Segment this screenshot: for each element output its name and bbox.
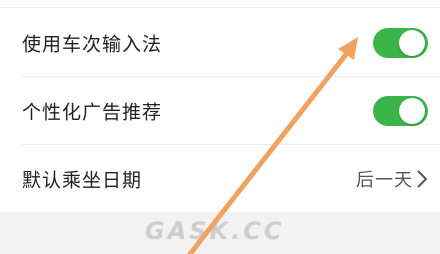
setting-row-default-date[interactable]: 默认乘坐日期 后一天 [0, 145, 440, 212]
setting-label: 个性化广告推荐 [22, 101, 163, 124]
watermark: GASK.CC [145, 217, 285, 245]
setting-label: 使用车次输入法 [22, 33, 163, 55]
setting-value: 后一天 [356, 169, 413, 191]
chevron-right-icon [417, 169, 428, 188]
settings-list: 使用车次输入法 个性化广告推荐 默认乘坐日期 后一天 [0, 0, 440, 212]
toggle-knob [399, 98, 425, 124]
personalized-ads-toggle[interactable] [373, 96, 428, 126]
setting-label: 默认乘坐日期 [22, 169, 143, 191]
toggle-knob [399, 29, 425, 56]
setting-row-personalized-ads: 个性化广告推荐 [0, 77, 440, 145]
default-date-selector[interactable]: 后一天 [356, 166, 428, 192]
setting-row-train-input-method: 使用车次输入法 [0, 8, 440, 77]
train-input-method-toggle[interactable] [373, 27, 428, 58]
